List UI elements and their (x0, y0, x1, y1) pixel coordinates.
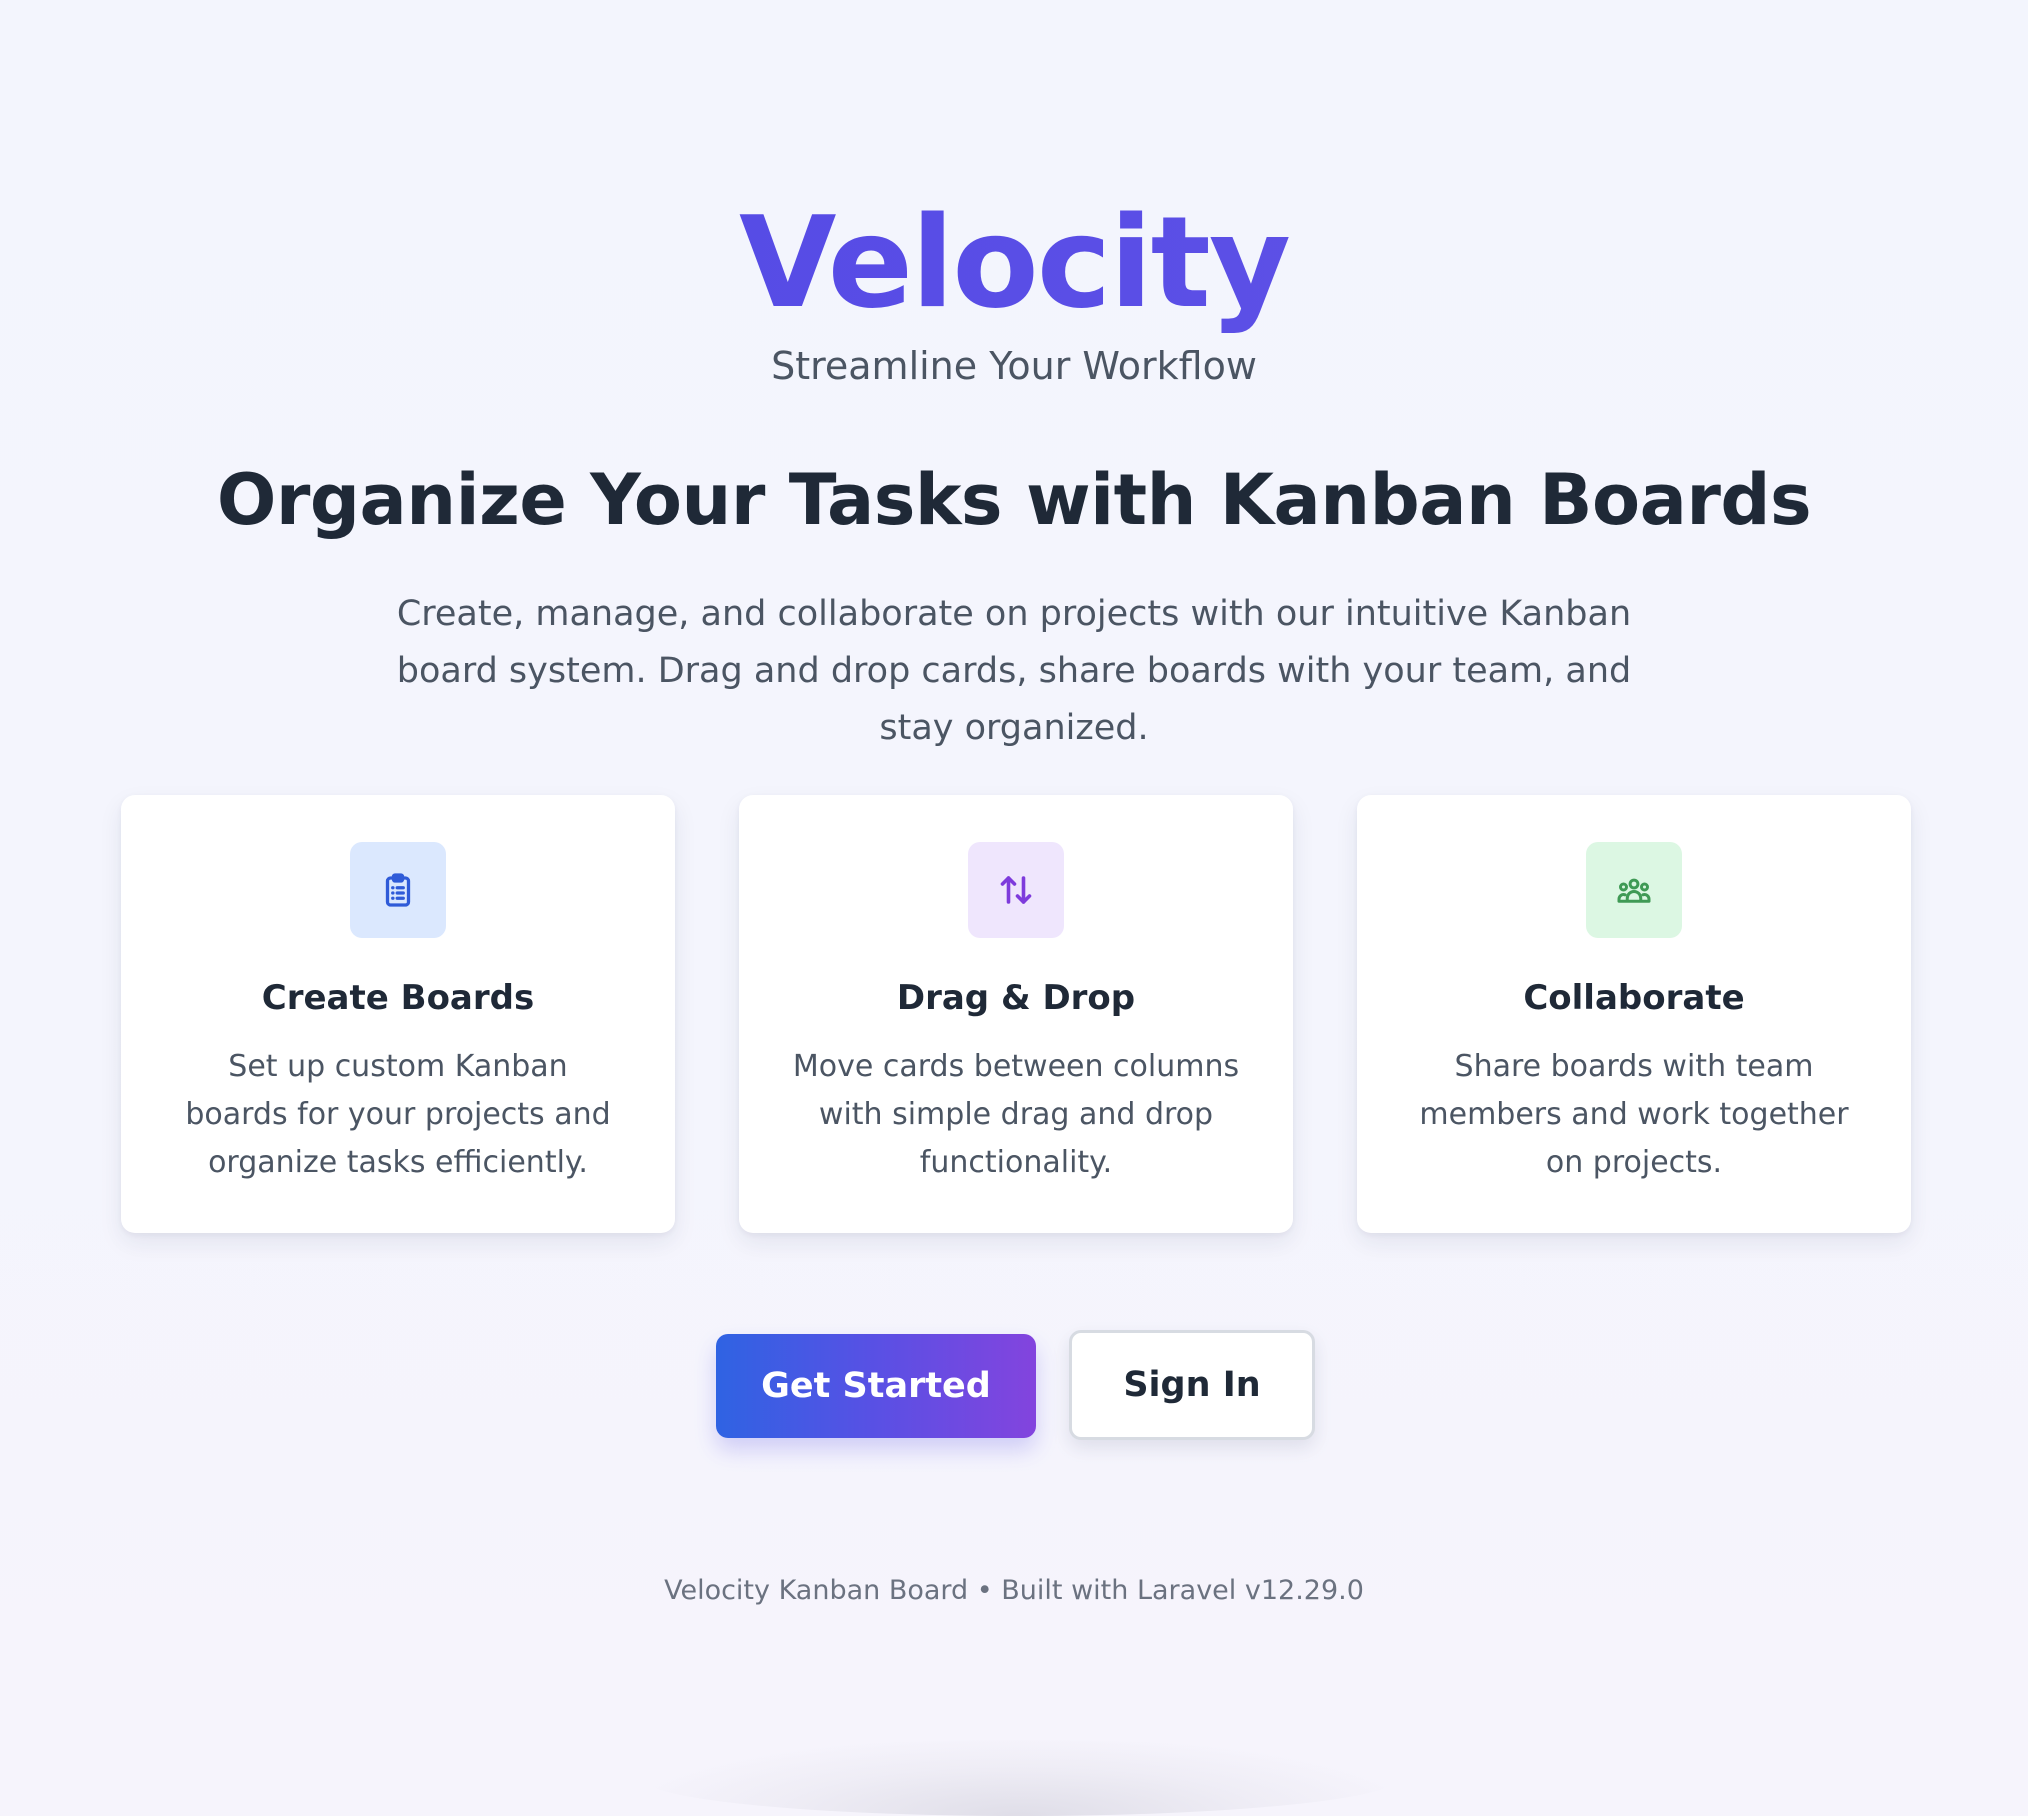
arrows-up-down-icon (968, 842, 1064, 938)
landing-page: Velocity Streamline Your Workflow Organi… (0, 0, 2028, 1816)
feature-title: Create Boards (261, 978, 535, 1018)
users-group-icon (1586, 842, 1682, 938)
feature-title: Collaborate (1523, 978, 1745, 1018)
footer-text: Velocity Kanban Board • Built with Larav… (664, 1575, 1364, 1606)
tagline: Streamline Your Workflow (771, 344, 1257, 388)
feature-description: Set up custom Kanban boards for your pro… (185, 1049, 611, 1180)
bottom-shadow-decoration (640, 1740, 1400, 1816)
feature-title: Drag & Drop (896, 978, 1136, 1018)
brand-title: Velocity (0, 188, 2028, 338)
feature-description: Move cards between columns with simple d… (792, 1049, 1240, 1180)
feature-description: Share boards with team members and work … (1419, 1049, 1849, 1180)
feature-card-drag-drop: Drag & Drop Move cards between columns w… (739, 795, 1293, 1233)
intro-paragraph: Create, manage, and collaborate on proje… (396, 594, 1632, 748)
sign-in-button[interactable]: Sign In (1069, 1330, 1315, 1440)
clipboard-list-icon (350, 842, 446, 938)
feature-card-create-boards: Create Boards Set up custom Kanban board… (121, 795, 675, 1233)
page-headline: Organize Your Tasks with Kanban Boards (216, 459, 1812, 541)
get-started-button[interactable]: Get Started (716, 1334, 1036, 1438)
feature-card-collaborate: Collaborate Share boards with team membe… (1357, 795, 1911, 1233)
